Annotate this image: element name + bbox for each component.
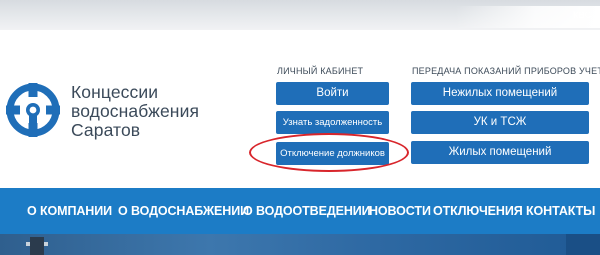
hero-banner-image <box>0 234 600 255</box>
hero-corner-panel <box>566 234 600 255</box>
check-debt-button[interactable]: Узнать задолженность <box>276 111 389 134</box>
meter-readings-label: ПЕРЕДАЧА ПОКАЗАНИЙ ПРИБОРОВ УЧЕТА <box>412 66 600 76</box>
hero-structure-base <box>30 237 44 255</box>
personal-account-label: ЛИЧНЫЙ КАБИНЕТ <box>277 66 364 76</box>
nav-wastewater[interactable]: О ВОДООТВЕДЕНИИ <box>243 204 371 218</box>
brand-line-3: Саратов <box>71 120 141 140</box>
main-nav: О КОМПАНИИ О ВОДОСНАБЖЕНИИ О ВОДООТВЕДЕН… <box>0 188 600 234</box>
nav-water-supply[interactable]: О ВОДОСНАБЖЕНИИ <box>118 204 249 218</box>
nav-outages[interactable]: ОТКЛЮЧЕНИЯ <box>433 204 523 218</box>
valve-logo-icon[interactable] <box>5 82 67 144</box>
debtor-disconnection-button[interactable]: Отключение должников <box>276 142 389 165</box>
brand-line-1: Концессии <box>71 82 159 102</box>
nav-news[interactable]: НОВОСТИ <box>369 204 431 218</box>
brand-line-2: водоснабжения <box>71 101 200 121</box>
brand-name[interactable]: Концессии водоснабжения Саратов <box>71 83 199 140</box>
login-button[interactable]: Войти <box>276 82 389 105</box>
top-banner-image <box>0 0 600 30</box>
non-residential-button[interactable]: Нежилых помещений <box>411 82 589 105</box>
uk-tszh-button[interactable]: УК и ТСЖ <box>411 111 589 134</box>
nav-contacts[interactable]: КОНТАКТЫ <box>526 204 595 218</box>
nav-about-company[interactable]: О КОМПАНИИ <box>27 204 112 218</box>
residential-button[interactable]: Жилых помещений <box>411 141 589 164</box>
hero-corner-label: КВС <box>573 10 592 20</box>
